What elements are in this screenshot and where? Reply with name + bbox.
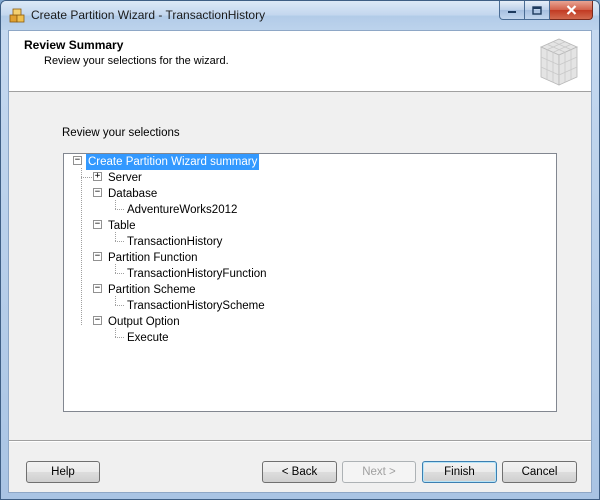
collapse-icon[interactable]: −: [93, 316, 102, 325]
help-button-label: Help: [51, 466, 75, 478]
cube-grid-icon: [540, 38, 578, 86]
minimize-button[interactable]: [499, 1, 525, 20]
tree-line: [115, 273, 124, 274]
collapse-icon[interactable]: −: [93, 252, 102, 261]
help-button[interactable]: Help: [26, 461, 100, 483]
footer-separator: [9, 440, 591, 442]
tree-item-database[interactable]: Database: [108, 186, 157, 202]
back-button-label: < Back: [281, 466, 318, 478]
finish-button[interactable]: Finish: [422, 461, 497, 483]
tree-line: [81, 177, 92, 178]
collapse-icon[interactable]: −: [93, 284, 102, 293]
tree-item-table[interactable]: Table: [108, 218, 136, 234]
tree-line: [115, 305, 124, 306]
maximize-icon: [532, 5, 542, 15]
collapse-icon[interactable]: −: [93, 220, 102, 229]
maximize-button[interactable]: [525, 1, 550, 20]
caption-buttons: [499, 1, 593, 21]
collapse-icon[interactable]: −: [93, 188, 102, 197]
tree-line: [115, 337, 124, 338]
page-title: Review Summary: [24, 38, 124, 52]
cancel-button[interactable]: Cancel: [502, 461, 577, 483]
close-button[interactable]: [550, 1, 593, 20]
tree-item-partition-scheme[interactable]: Partition Scheme: [108, 282, 196, 298]
window-title: Create Partition Wizard - TransactionHis…: [31, 8, 266, 22]
wizard-header: Review Summary Review your selections fo…: [9, 31, 591, 92]
app-icon: [9, 8, 25, 23]
tree-line: [81, 168, 82, 325]
tree-item-server[interactable]: Server: [108, 170, 142, 186]
tree-line: [115, 209, 124, 210]
review-selections-label: Review your selections: [62, 127, 180, 139]
wizard-window: Create Partition Wizard - TransactionHis…: [0, 0, 600, 500]
tree-leaf-partition-function-value[interactable]: TransactionHistoryFunction: [127, 266, 267, 282]
close-icon: [566, 5, 576, 15]
tree-leaf-database-value[interactable]: AdventureWorks2012: [127, 202, 237, 218]
back-button[interactable]: < Back: [262, 461, 337, 483]
summary-tree[interactable]: − Create Partition Wizard summary + Serv…: [63, 153, 557, 412]
next-button-label: Next >: [362, 466, 396, 478]
tree-line: [115, 241, 124, 242]
minimize-icon: [508, 11, 516, 13]
tree-item-output-option[interactable]: Output Option: [108, 314, 180, 330]
tree-root-node[interactable]: Create Partition Wizard summary: [86, 154, 260, 170]
wizard-client-area: Review Summary Review your selections fo…: [8, 30, 592, 493]
finish-button-label: Finish: [444, 466, 475, 478]
next-button[interactable]: Next >: [342, 461, 416, 483]
title-bar[interactable]: Create Partition Wizard - TransactionHis…: [1, 1, 599, 30]
collapse-icon[interactable]: −: [73, 156, 82, 165]
tree-leaf-output-option-value[interactable]: Execute: [127, 330, 169, 346]
tree-item-partition-function[interactable]: Partition Function: [108, 250, 198, 266]
tree-leaf-partition-scheme-value[interactable]: TransactionHistoryScheme: [127, 298, 265, 314]
expand-icon[interactable]: +: [93, 172, 102, 181]
page-subtitle: Review your selections for the wizard.: [44, 55, 229, 67]
tree-leaf-table-value[interactable]: TransactionHistory: [127, 234, 222, 250]
cancel-button-label: Cancel: [521, 466, 558, 478]
